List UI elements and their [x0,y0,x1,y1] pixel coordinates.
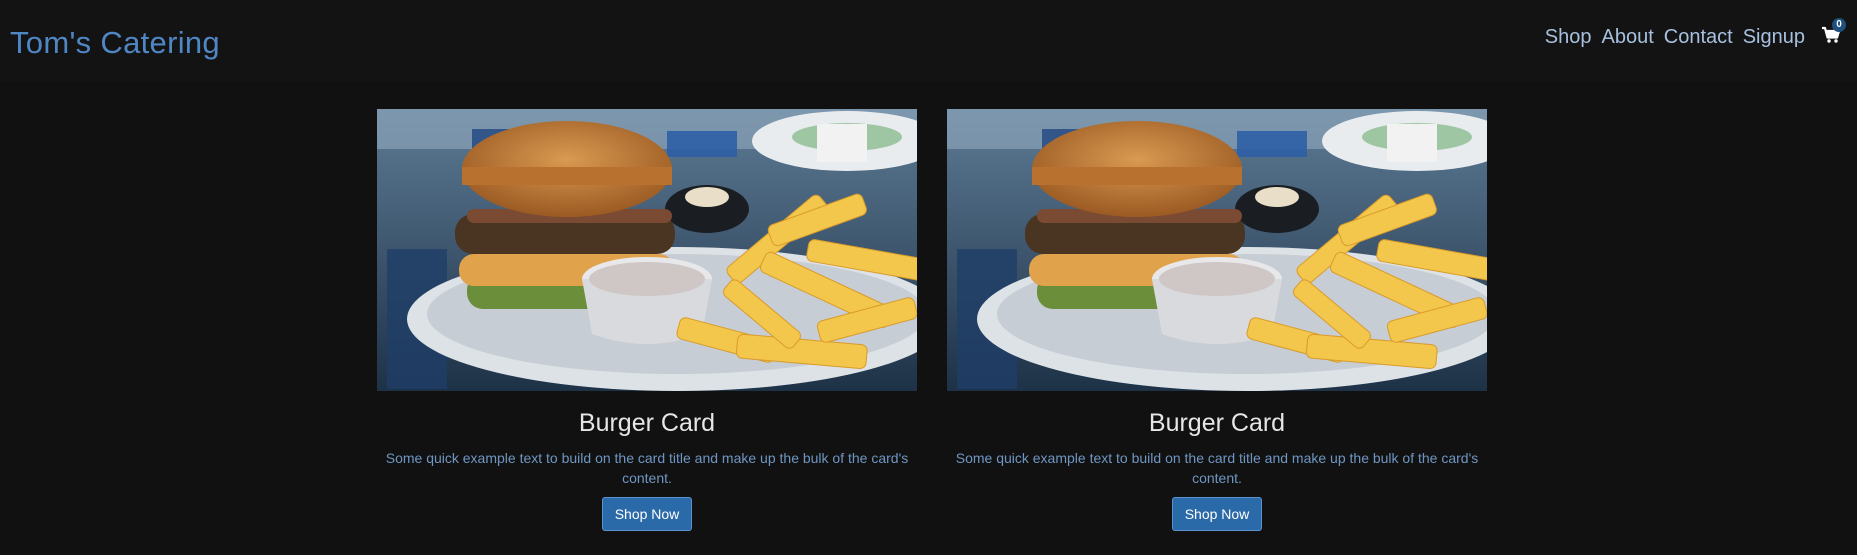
nav-link-contact[interactable]: Contact [1659,26,1738,49]
nav-links: Shop About Contact Signup [1540,26,1810,49]
card-text: Some quick example text to build on the … [955,450,1479,486]
burger-and-fries-photo [947,109,1487,391]
cart-count-badge: 0 [1832,18,1846,32]
product-card: Burger Card Some quick example text to b… [377,109,917,549]
shop-now-button[interactable]: Shop Now [602,497,692,531]
card-title: Burger Card [578,409,716,437]
nav-link-shop[interactable]: Shop [1540,26,1597,49]
navbar: Tom's Catering Shop About Contact Signup… [0,0,1857,82]
cart-button[interactable]: 0 [1819,18,1846,48]
shop-now-button[interactable]: Shop Now [1172,497,1262,531]
card-title: Burger Card [1148,409,1286,437]
brand-link[interactable]: Tom's Catering [10,25,220,61]
card-text: Some quick example text to build on the … [385,450,909,486]
product-card: Burger Card Some quick example text to b… [947,109,1487,549]
nav-link-about[interactable]: About [1597,26,1659,49]
burger-and-fries-photo [377,109,917,391]
nav-link-signup[interactable]: Signup [1738,26,1810,49]
